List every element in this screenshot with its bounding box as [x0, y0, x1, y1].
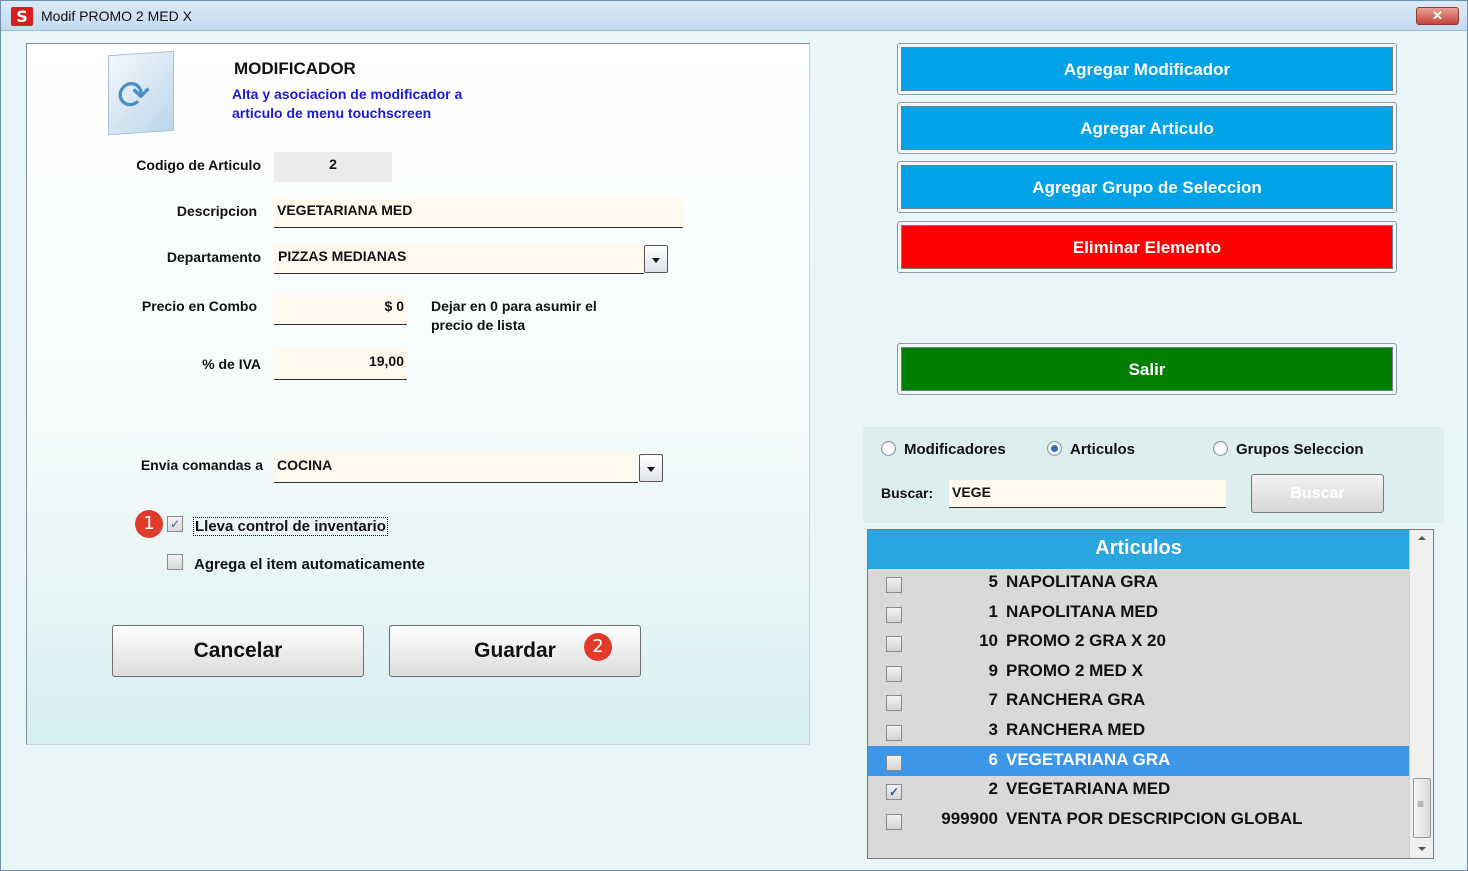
inventario-label[interactable]: Lleva control de inventario	[193, 517, 388, 536]
list-item-code: 6	[988, 749, 998, 769]
eliminar-elemento-button[interactable]: Eliminar Elemento	[897, 221, 1397, 273]
refresh-icon: ⟳	[108, 50, 174, 136]
guardar-label: Guardar	[474, 639, 556, 662]
form-title: MODIFICADOR	[234, 59, 356, 78]
dialog-window: S Modif PROMO 2 MED X ✕ ⟳ MODIFICADOR Al…	[0, 0, 1468, 871]
list-item-code: 2	[988, 779, 998, 799]
list-item-code: 5	[988, 572, 998, 591]
descripcion-label: Descripcion	[176, 203, 257, 219]
radio-articulos[interactable]	[1047, 441, 1062, 456]
precio-note-line2: precio de lista	[431, 317, 526, 333]
codigo-label: Codigo de Articulo	[136, 157, 261, 173]
list-item[interactable]: 5 NAPOLITANA GRA	[868, 568, 1409, 598]
list-item-checkbox[interactable]: ✓	[886, 784, 902, 801]
list-item-name: VEGETARIANA GRA	[1006, 749, 1171, 769]
envia-label: Envia comandas a	[140, 457, 263, 473]
agregar-modificador-label: Agregar Modificador	[901, 47, 1393, 91]
list-item[interactable]: 7 RANCHERA GRA	[868, 686, 1409, 716]
list-item-checkbox[interactable]	[886, 695, 902, 712]
inventario-checkbox[interactable]: ✓	[167, 516, 183, 532]
list-item-checkbox[interactable]	[886, 606, 902, 623]
list-item-checkbox[interactable]	[886, 813, 902, 830]
buscar-input[interactable]: VEGE	[949, 480, 1226, 508]
articulos-list: Articulos 5 NAPOLITANA GRA 1 NAPOLITANA MED…	[867, 529, 1434, 859]
eliminar-elemento-label: Eliminar Elemento	[901, 225, 1393, 269]
list-item-code: 1	[988, 601, 998, 621]
title-bar: S Modif PROMO 2 MED X ✕	[1, 1, 1467, 31]
precio-label: Precio en Combo	[141, 298, 257, 314]
list-item-name: NAPOLITANA MED	[1006, 601, 1159, 621]
list-item[interactable]: 10 PROMO 2 GRA X 20	[868, 627, 1409, 657]
form-subtitle-line1: Alta y asociacion de modificador a	[232, 86, 463, 102]
list-item-checkbox[interactable]	[886, 725, 902, 741]
departamento-dropdown-icon[interactable]	[644, 245, 668, 273]
radio-grupos[interactable]	[1213, 441, 1228, 456]
list-item-checkbox[interactable]	[886, 577, 902, 593]
list-item-name: PROMO 2 MED X	[1006, 660, 1143, 680]
list-item-name: RANCHERA GRA	[1006, 690, 1146, 710]
list-item-code: 10	[979, 631, 998, 651]
cancelar-button[interactable]: Cancelar	[112, 625, 364, 677]
list-item[interactable]: 9 PROMO 2 MED X	[868, 657, 1409, 687]
list-item-checkbox[interactable]	[886, 636, 902, 653]
window-title: Modif PROMO 2 MED X	[41, 8, 192, 24]
precio-input[interactable]: $ 0	[274, 294, 407, 325]
codigo-field: 2	[274, 152, 392, 182]
scroll-down-icon[interactable]	[1410, 840, 1433, 858]
radio-grupos-label[interactable]: Grupos Seleccion	[1236, 441, 1364, 458]
radio-articulos-label[interactable]: Articulos	[1070, 441, 1135, 458]
list-item-name: VENTA POR DESCRIPCION GLOBAL	[1006, 808, 1303, 828]
scroll-thumb[interactable]	[1413, 778, 1431, 838]
agregar-grupo-label: Agregar Grupo de Seleccion	[901, 165, 1393, 209]
envia-select[interactable]: COCINA	[274, 453, 638, 483]
list-header: Articulos	[868, 530, 1409, 569]
automatico-checkbox[interactable]	[167, 554, 183, 570]
automatico-label[interactable]: Agrega el item automaticamente	[194, 556, 425, 573]
step-2-badge: 2	[584, 633, 612, 661]
buscar-label: Buscar:	[881, 485, 934, 501]
list-item[interactable]: 1 NAPOLITANA MED	[868, 598, 1409, 628]
salir-button[interactable]: Salir	[897, 343, 1397, 395]
list-item-code: 999900	[941, 808, 998, 828]
iva-label: % de IVA	[202, 356, 261, 372]
salir-label: Salir	[901, 347, 1393, 391]
inventario-label-text: Lleva control de inventario	[193, 517, 388, 536]
list-item-code: 9	[988, 660, 998, 680]
buscar-button[interactable]: Buscar	[1251, 474, 1384, 513]
scroll-up-icon[interactable]	[1410, 530, 1433, 548]
form-subtitle-line2: articulo de menu touchscreen	[232, 105, 432, 121]
list-item-checkbox[interactable]	[886, 754, 902, 771]
list-item-name: RANCHERA MED	[1006, 720, 1146, 739]
list-scrollbar[interactable]	[1409, 530, 1433, 858]
agregar-articulo-label: Agregar Articulo	[901, 106, 1393, 150]
descripcion-input[interactable]: VEGETARIANA MED	[274, 198, 683, 228]
list-item[interactable]: ✓ 2 VEGETARIANA MED	[868, 775, 1409, 805]
app-logo-icon: S	[11, 7, 33, 26]
list-item[interactable]: 999900 VENTA POR DESCRIPCION GLOBAL	[868, 805, 1409, 835]
step-1-badge: 1	[135, 510, 163, 538]
departamento-select[interactable]: PIZZAS MEDIANAS	[274, 244, 644, 274]
list-item-checkbox[interactable]	[886, 665, 902, 682]
list-item-name: PROMO 2 GRA X 20	[1006, 631, 1166, 651]
close-button[interactable]: ✕	[1416, 7, 1459, 25]
list-item-code: 7	[988, 690, 998, 710]
radio-modificadores-label[interactable]: Modificadores	[904, 441, 1006, 458]
list-item[interactable]: 6 VEGETARIANA GRA	[868, 745, 1409, 776]
iva-input[interactable]: 19,00	[274, 349, 407, 380]
list-item-code: 3	[988, 720, 998, 739]
list-item-name: NAPOLITANA GRA	[1006, 572, 1159, 591]
list-item[interactable]: 3 RANCHERA MED	[868, 716, 1409, 746]
radio-modificadores[interactable]	[881, 441, 896, 456]
agregar-modificador-button[interactable]: Agregar Modificador	[897, 43, 1397, 95]
form-subtitle: Alta y asociacion de modificador a artic…	[232, 85, 462, 123]
agregar-articulo-button[interactable]: Agregar Articulo	[897, 102, 1397, 154]
departamento-label: Departamento	[166, 249, 261, 265]
list-item-name: VEGETARIANA MED	[1006, 779, 1171, 799]
precio-note: Dejar en 0 para asumir el precio de list…	[431, 297, 597, 335]
envia-dropdown-icon[interactable]	[639, 454, 663, 482]
agregar-grupo-button[interactable]: Agregar Grupo de Seleccion	[897, 161, 1397, 213]
precio-note-line1: Dejar en 0 para asumir el	[431, 298, 597, 314]
